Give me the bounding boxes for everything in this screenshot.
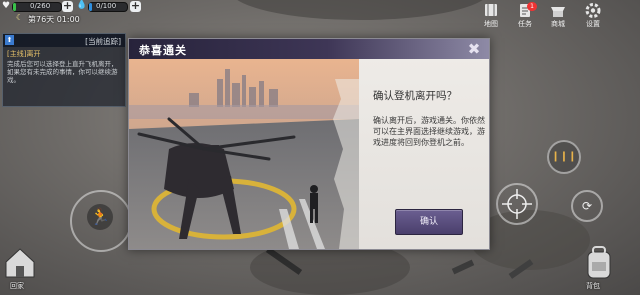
crosshair-icon <box>502 189 532 219</box>
tasks-button[interactable]: 任务 1 <box>512 2 538 30</box>
bullets-icon: ❙❙❙ <box>551 151 577 162</box>
backpack-label: 背包 <box>586 282 600 290</box>
day-clock: 第76天 01:00 <box>28 15 80 24</box>
quest-tracking-label: [当前追踪] <box>85 37 121 46</box>
backpack-button[interactable]: 背包 <box>582 244 620 292</box>
dialog-title: 恭喜通关 <box>139 44 187 57</box>
confirm-question: 确认登机离开吗？ <box>373 90 457 102</box>
settings-label: 设置 <box>586 20 600 28</box>
backpack-icon <box>587 246 611 279</box>
quest-title: [主线]离开 <box>7 50 41 58</box>
status-hud: ♥ 0/260 + 💧 0/100 + ☾ 第76天 01:00 <box>0 0 150 26</box>
ground-stain <box>230 0 490 20</box>
weapon-drop-icon[interactable] <box>451 259 475 275</box>
fire-button[interactable] <box>496 183 538 225</box>
home-button[interactable]: 回家 <box>2 244 40 292</box>
heart-icon: ♥ <box>2 1 11 11</box>
house-icon <box>5 248 35 278</box>
close-icon[interactable]: ✖ <box>465 40 483 58</box>
level-clear-dialog: 恭喜通关 ✖ 确认登机离开吗？ 确认离开后，游戏通关。你依然可以在主界面选择继续… <box>128 38 490 250</box>
health-plus-button[interactable]: + <box>62 0 73 12</box>
dialog-header: 恭喜通关 ✖ <box>129 39 489 59</box>
reload-button[interactable]: ⟳ <box>571 190 603 222</box>
quest-description: 完成后您可以选择登上直升飞机离开，如果您有未完成的事情，你可以继续游戏。 <box>7 60 118 84</box>
tasks-badge: 1 <box>527 2 537 11</box>
hunger-value: 0/100 <box>96 2 117 10</box>
mall-label: 商城 <box>551 20 565 28</box>
hunger-plus-button[interactable]: + <box>130 0 141 12</box>
running-man-icon: 🏃 <box>87 204 113 230</box>
health-value: 0/260 <box>30 2 51 10</box>
confirm-description: 确认离开后，游戏通关。你依然可以在主界面选择继续游戏，游戏进度将回到你登机之前。 <box>373 116 485 147</box>
ammo-counter[interactable]: ❙❙❙ <box>547 140 581 174</box>
tasks-label: 任务 <box>518 20 532 28</box>
map-button[interactable]: 地图 <box>478 2 504 30</box>
collapse-arrow-icon[interactable]: ⬆ <box>5 35 14 45</box>
gear-icon <box>585 3 601 18</box>
confirm-button[interactable]: 确认 <box>395 209 463 235</box>
water-drop-icon: 💧 <box>76 0 88 10</box>
movement-joystick[interactable]: 🏃 <box>70 190 132 252</box>
shop-icon <box>551 7 565 17</box>
quest-panel[interactable]: ⬆ [当前追踪] [主线]离开 完成后您可以选择登上直升飞机离开，如果您有未完成… <box>2 33 126 107</box>
reload-icon: ⟳ <box>581 199 593 213</box>
map-icon <box>485 4 497 16</box>
home-label: 回家 <box>10 282 24 290</box>
map-label: 地图 <box>484 20 498 28</box>
moon-icon: ☾ <box>16 13 24 22</box>
mall-button[interactable]: 商城 <box>545 2 571 30</box>
quest-header: ⬆ [当前追踪] <box>3 34 125 47</box>
helicopter-scene-illustration <box>129 59 359 249</box>
settings-button[interactable]: 设置 <box>580 2 606 30</box>
